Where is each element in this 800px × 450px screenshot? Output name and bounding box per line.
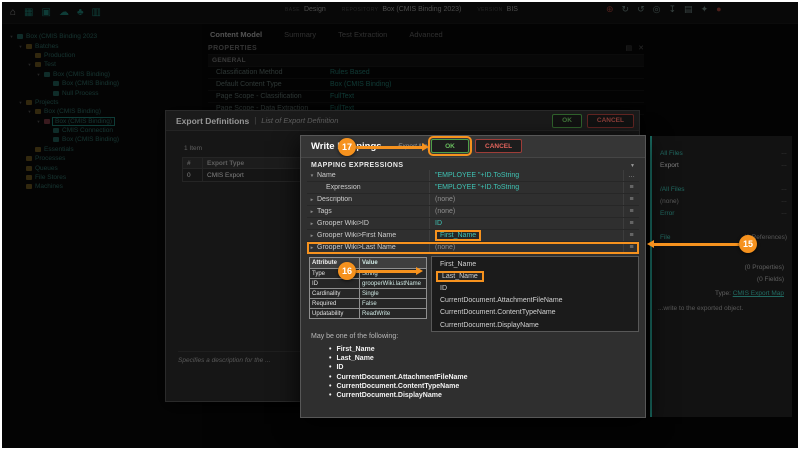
- mapping-expressions-header[interactable]: MAPPING EXPRESSIONS ▼: [311, 162, 635, 169]
- dropdown-item-label: ID: [440, 285, 447, 292]
- ellipsis-icon[interactable]: …: [623, 170, 639, 181]
- expander-icon[interactable]: ►: [307, 245, 317, 250]
- help-intro-text: May be one of the following:: [311, 333, 398, 340]
- attribute-grid-header: Attribute Value: [310, 258, 426, 268]
- mapping-row-id[interactable]: ► Grooper Wiki>ID ID ≡: [307, 218, 639, 230]
- mapping-label: Grooper Wiki>First Name: [317, 232, 429, 239]
- mapping-row-first-name[interactable]: ► Grooper Wiki>First Name First_Name ≡: [307, 230, 639, 242]
- expander-icon[interactable]: ►: [307, 197, 317, 202]
- callout-15-arrow: [654, 243, 739, 246]
- write-cancel-button[interactable]: CANCEL: [475, 139, 522, 153]
- attribute-grid: Attribute Value Type String ID grooperWi…: [309, 257, 427, 319]
- callout-16-arrowhead: [416, 267, 423, 275]
- expander-icon[interactable]: ▼: [307, 173, 317, 178]
- menu-icon[interactable]: ≡: [623, 206, 639, 217]
- grid-cell: ID: [310, 279, 360, 288]
- help-item: CurrentDocument.ContentTypeName: [329, 382, 468, 391]
- attribute-grid-row: Updatability ReadWrite: [310, 308, 426, 318]
- callout-16-arrow: [356, 270, 416, 273]
- help-item: CurrentDocument.DisplayName: [329, 391, 468, 400]
- mapping-label: Grooper Wiki>Last Name: [317, 244, 429, 251]
- write-ok-button[interactable]: OK: [431, 139, 469, 153]
- mapping-value[interactable]: (none): [435, 196, 455, 203]
- grid-cell: Updatability: [310, 309, 360, 318]
- grid-cell: grooperWiki.lastName: [360, 279, 426, 288]
- menu-icon[interactable]: ≡: [623, 242, 639, 253]
- callout-17-arrowhead: [422, 143, 429, 151]
- dropdown-item[interactable]: CurrentDocument.AttachmentFileName: [432, 295, 638, 307]
- mapping-value[interactable]: "EMPLOYEE "+ID.ToString: [435, 184, 519, 191]
- dropdown-item-label: First_Name: [440, 261, 476, 268]
- mapping-label: Grooper Wiki>ID: [317, 220, 429, 227]
- mapping-row-expression[interactable]: Expression "EMPLOYEE "+ID.ToString ≡: [307, 182, 639, 194]
- chevron-down-icon[interactable]: ▼: [630, 163, 635, 169]
- callout-15: 15: [739, 235, 757, 253]
- expander-icon[interactable]: ►: [307, 221, 317, 226]
- help-item: Last_Name: [329, 354, 468, 363]
- mapping-row-tags[interactable]: ► Tags (none) ≡: [307, 206, 639, 218]
- mapping-row-name[interactable]: ▼ Name "EMPLOYEE "+ID.ToString …: [307, 170, 639, 182]
- grid-cell: Required: [310, 299, 360, 308]
- mapping-value[interactable]: "EMPLOYEE "+ID.ToString: [435, 172, 519, 179]
- dropdown-item[interactable]: ID: [432, 282, 638, 294]
- callout-17: 17: [338, 138, 356, 156]
- menu-icon[interactable]: ≡: [623, 218, 639, 229]
- mapping-value[interactable]: (none): [435, 208, 455, 215]
- callout-15-arrowhead: [647, 240, 654, 248]
- menu-icon[interactable]: ≡: [623, 230, 639, 241]
- dropdown-item[interactable]: CurrentDocument.DisplayName: [432, 319, 638, 331]
- dropdown-item-label: CurrentDocument.ContentTypeName: [440, 309, 556, 316]
- help-item: First_Name: [329, 345, 468, 354]
- help-list: First_Name Last_Name ID CurrentDocument.…: [329, 345, 468, 400]
- mapping-value-dropdown[interactable]: (none): [435, 244, 455, 251]
- grid-cell: ReadWrite: [360, 309, 426, 318]
- attribute-grid-row: Required False: [310, 298, 426, 308]
- expander-icon[interactable]: ►: [307, 233, 317, 238]
- mapping-row-last-name[interactable]: ► Grooper Wiki>Last Name (none) ≡: [307, 242, 639, 254]
- help-item: CurrentDocument.AttachmentFileName: [329, 373, 468, 382]
- grid-cell: Single: [360, 289, 426, 298]
- mapping-value[interactable]: ID: [435, 220, 442, 227]
- mapping-label: Description: [317, 196, 429, 203]
- dropdown-item-label-highlighted: Last_Name: [436, 271, 484, 282]
- callout-17-arrow: [356, 146, 422, 149]
- grid-cell: Cardinality: [310, 289, 360, 298]
- mapping-value-highlighted[interactable]: First_Name: [435, 230, 481, 241]
- dropdown-item-last-name[interactable]: Last_Name: [432, 270, 638, 282]
- mapping-row-description[interactable]: ► Description (none) ≡: [307, 194, 639, 206]
- mapping-grid: ▼ Name "EMPLOYEE "+ID.ToString … Express…: [307, 170, 639, 254]
- dropdown-item-label: CurrentDocument.AttachmentFileName: [440, 297, 563, 304]
- dropdown-item[interactable]: First_Name: [432, 258, 638, 270]
- help-item: ID: [329, 363, 468, 372]
- dropdown-item-label: CurrentDocument.DisplayName: [440, 322, 539, 329]
- mapping-label: Name: [317, 172, 429, 179]
- value-dropdown-list: First_Name Last_Name ID CurrentDocument.…: [431, 256, 639, 332]
- section-title: MAPPING EXPRESSIONS: [311, 162, 403, 169]
- mapping-label: Tags: [317, 208, 429, 215]
- mapping-label: Expression: [317, 184, 429, 191]
- attribute-grid-row: ID grooperWiki.lastName: [310, 278, 426, 288]
- expander-icon[interactable]: ►: [307, 209, 317, 214]
- menu-icon[interactable]: ≡: [623, 182, 639, 193]
- menu-icon[interactable]: ≡: [623, 194, 639, 205]
- grid-cell: False: [360, 299, 426, 308]
- dropdown-item[interactable]: CurrentDocument.ContentTypeName: [432, 307, 638, 319]
- attribute-grid-row: Cardinality Single: [310, 288, 426, 298]
- grooper-window: ⌂ ▦ ▣ ☁ ♣ ▥ BASE Design REPOSITORY Box (…: [0, 0, 800, 450]
- callout-16: 16: [338, 262, 356, 280]
